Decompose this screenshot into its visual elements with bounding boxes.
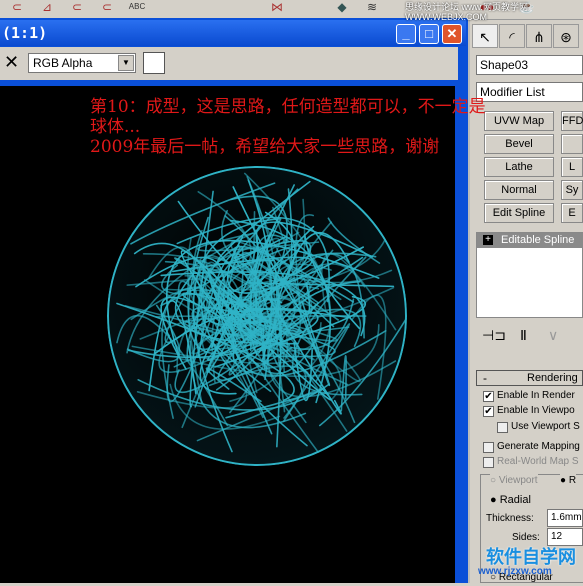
annotation-line-3: 2009年最后一帖，希望给大家一些思路，谢谢 (90, 137, 440, 157)
motion-wheel-icon: ⊛ (560, 29, 572, 45)
maximize-button[interactable]: □ (419, 24, 439, 44)
annotation-text: 第10：成型，这是思路，任何造型都可以，不一定是 球体... 2009年最后一帖… (90, 97, 560, 157)
watermark-top: 思缘设计论坛 www.网页教学网 WWW.WEBJX.COM (405, 2, 529, 22)
checkbox-label: Enable In Render (497, 390, 575, 401)
channel-value: RGB Alpha (33, 56, 93, 70)
tab-modify[interactable]: ◜ (499, 24, 525, 48)
mirror-icon[interactable]: ⋈ (265, 0, 289, 14)
rollout-title: Rendering (527, 372, 578, 384)
spinner-snap-icon[interactable]: ⊂ (95, 0, 119, 14)
annotation-line-1: 第10：成型，这是思路，任何造型都可以，不一定是 (90, 97, 486, 117)
tab-hierarchy[interactable]: ⋔ (526, 24, 552, 48)
watermark-bottom-text: 软件自学网 (486, 547, 576, 567)
stack-item-label: Editable Spline (501, 234, 575, 246)
tab-motion[interactable]: ⊛ (553, 24, 579, 48)
tab-create[interactable]: ↖ (472, 24, 498, 48)
checkbox-label: Enable In Viewpo (497, 405, 575, 416)
watermark-bottom: 软件自学网 www.rjzxw.com (468, 548, 583, 578)
sides-input[interactable]: 12 (547, 528, 583, 546)
checkbox-label: Use Viewport S (511, 421, 580, 432)
layers-icon[interactable]: ≋ (360, 0, 384, 14)
annotation-line-2: 球体... (90, 117, 141, 137)
modifier-button[interactable] (561, 134, 583, 154)
watermark-bottom-url: www.rjzxw.com (478, 566, 552, 577)
checkbox-real-world[interactable] (483, 457, 494, 468)
radio-renderer-label: R (568, 475, 577, 486)
angle-snap-icon[interactable]: ⊿ (35, 0, 59, 14)
thickness-label: Thickness: (486, 513, 534, 524)
radio-renderer[interactable]: ● R (560, 474, 577, 488)
modifier-button[interactable]: Normal (484, 180, 554, 200)
wire-sphere-render (107, 166, 407, 466)
make-unique-icon[interactable]: ∨ (548, 328, 558, 342)
object-name-input[interactable]: Shape03 (476, 55, 583, 75)
hierarchy-icon: ⋔ (533, 29, 545, 45)
radio-radial-label: Radial (499, 494, 531, 506)
thickness-input[interactable]: 1.6mm (547, 509, 583, 527)
cursor-icon: ↖ (479, 29, 491, 45)
minimize-button[interactable]: _ (396, 24, 416, 44)
stack-item-editable-spline[interactable]: + Editable Spline (477, 233, 583, 248)
checkbox-label: Generate Mapping (497, 441, 580, 452)
modifier-button[interactable]: Lathe (484, 157, 554, 177)
modify-arc-icon: ◜ (509, 29, 515, 45)
rendering-rollout-header[interactable]: - Rendering (476, 370, 583, 386)
modifier-button[interactable]: L (561, 157, 583, 177)
radio-radial[interactable]: ● Radial (490, 493, 531, 507)
modifier-button[interactable]: FFD (561, 111, 583, 131)
checkbox-enable-render[interactable]: ✔ (483, 391, 494, 402)
checkbox-use-viewport[interactable] (497, 422, 508, 433)
sides-label: Sides: (512, 532, 540, 543)
edit-named-selection-icon[interactable]: ABC (125, 0, 149, 14)
checkbox-gen-mapping[interactable] (483, 442, 494, 453)
align-icon[interactable]: ◆ (330, 0, 354, 14)
radio-viewport[interactable]: ○ Viewport (490, 474, 538, 488)
radio-viewport-label: Viewport (498, 475, 538, 486)
render-viewport (0, 86, 455, 583)
clear-icon[interactable]: ✕ (4, 52, 19, 73)
channel-dropdown[interactable]: RGB Alpha ▼ (28, 53, 136, 73)
close-button[interactable]: ✕ (442, 24, 462, 44)
color-swatch[interactable] (143, 52, 165, 74)
pin-stack-icon[interactable]: ⊣⊐ (482, 328, 506, 342)
checkbox-enable-viewport[interactable]: ✔ (483, 406, 494, 417)
percent-snap-icon[interactable]: ⊂ (65, 0, 89, 14)
magnet-icon[interactable]: ⊂ (5, 0, 29, 14)
show-end-result-icon[interactable]: Ⅱ (520, 328, 527, 342)
modifier-button[interactable]: Edit Spline (484, 203, 554, 223)
expand-plus-icon[interactable]: + (483, 235, 493, 245)
modifier-button[interactable]: Sy (561, 180, 583, 200)
checkbox-label: Real-World Map S (497, 456, 579, 467)
collapse-icon: - (483, 371, 487, 385)
chevron-down-icon[interactable]: ▼ (118, 55, 134, 71)
modifier-button[interactable]: E (561, 203, 583, 223)
